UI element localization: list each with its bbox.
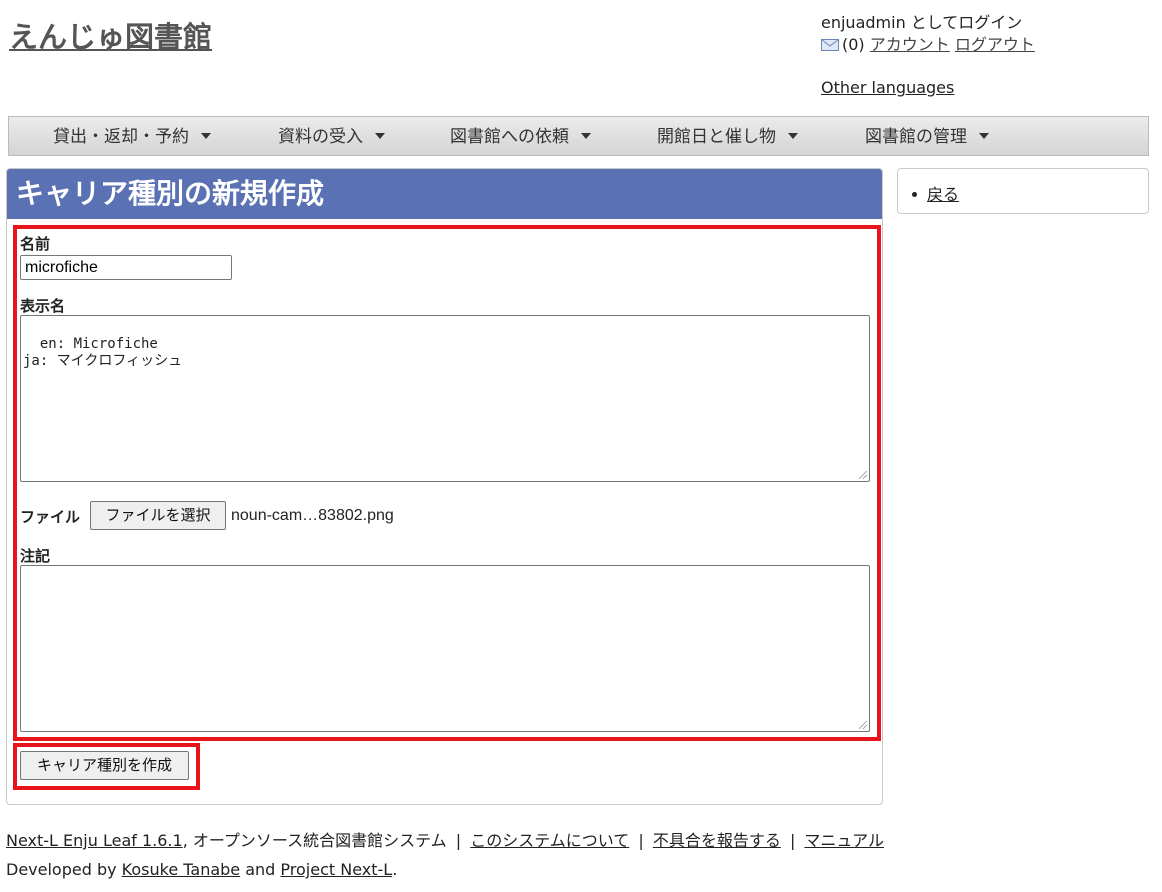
back-link[interactable]: 戻る <box>927 185 959 204</box>
footer-credits: Developed by Kosuke Tanabe and Project N… <box>6 860 398 879</box>
manual-link[interactable]: マニュアル <box>804 831 884 850</box>
caret-down-icon <box>788 133 798 139</box>
resize-grip-icon[interactable] <box>859 721 867 729</box>
create-carrier-type-button[interactable]: キャリア種別を作成 <box>20 751 189 780</box>
caret-down-icon <box>375 133 385 139</box>
caret-down-icon <box>979 133 989 139</box>
user-links: (0) アカウント ログアウト <box>821 34 1035 56</box>
nav-item-admin[interactable]: 図書館の管理 <box>865 117 989 155</box>
sidebar: 戻る <box>897 168 1149 214</box>
product-description: , オープンソース統合図書館システム <box>182 831 447 850</box>
nav-item-events[interactable]: 開館日と催し物 <box>657 117 798 155</box>
display-name-label: 表示名 <box>20 297 66 315</box>
login-status: enjuadmin としてログイン <box>821 13 1023 32</box>
report-bug-link[interactable]: 不具合を報告する <box>653 831 781 850</box>
mail-icon[interactable] <box>821 39 839 51</box>
product-link[interactable]: Next-L Enju Leaf 1.6.1 <box>6 831 183 850</box>
name-label: 名前 <box>20 235 51 253</box>
name-input[interactable] <box>20 255 232 280</box>
nav-item-acquisition[interactable]: 資料の受入 <box>278 117 385 155</box>
file-label: ファイル <box>20 508 81 526</box>
footer-separator: | <box>789 831 796 850</box>
file-select-button[interactable]: ファイルを選択 <box>90 501 226 530</box>
other-languages-link[interactable]: Other languages <box>821 78 954 97</box>
nav-item-requests[interactable]: 図書館への依頼 <box>450 117 591 155</box>
note-label: 注記 <box>20 547 51 565</box>
logout-link[interactable]: ログアウト <box>955 35 1035 54</box>
nav-item-circulation[interactable]: 貸出・返却・予約 <box>53 117 211 155</box>
note-textarea[interactable] <box>20 565 870 732</box>
sidebar-item-back: 戻る <box>912 181 959 205</box>
author-link[interactable]: Kosuke Tanabe <box>122 860 240 879</box>
page-title: キャリア種別の新規作成 <box>7 169 882 219</box>
file-name: noun-cam…83802.png <box>231 507 394 524</box>
about-link[interactable]: このシステムについて <box>470 831 629 850</box>
resize-grip-icon[interactable] <box>859 471 867 479</box>
caret-down-icon <box>201 133 211 139</box>
footer-separator: | <box>638 831 644 850</box>
caret-down-icon <box>581 133 591 139</box>
footer-links: Next-L Enju Leaf 1.6.1, オープンソース統合図書館システム… <box>6 827 884 851</box>
message-count: (0) <box>842 35 865 54</box>
footer-separator: | <box>455 831 462 850</box>
user-info: enjuadmin としてログイン (0) アカウント ログアウト <box>821 12 1035 56</box>
account-link[interactable]: アカウント <box>870 35 950 54</box>
main-nav: 貸出・返却・予約 資料の受入 図書館への依頼 開館日と催し物 図書館の管理 <box>8 116 1149 156</box>
display-name-textarea[interactable]: en: Microfiche ja: マイクロフィッシュ <box>20 315 870 482</box>
site-title[interactable]: えんじゅ図書館 <box>9 14 212 56</box>
project-link[interactable]: Project Next-L <box>280 860 392 879</box>
